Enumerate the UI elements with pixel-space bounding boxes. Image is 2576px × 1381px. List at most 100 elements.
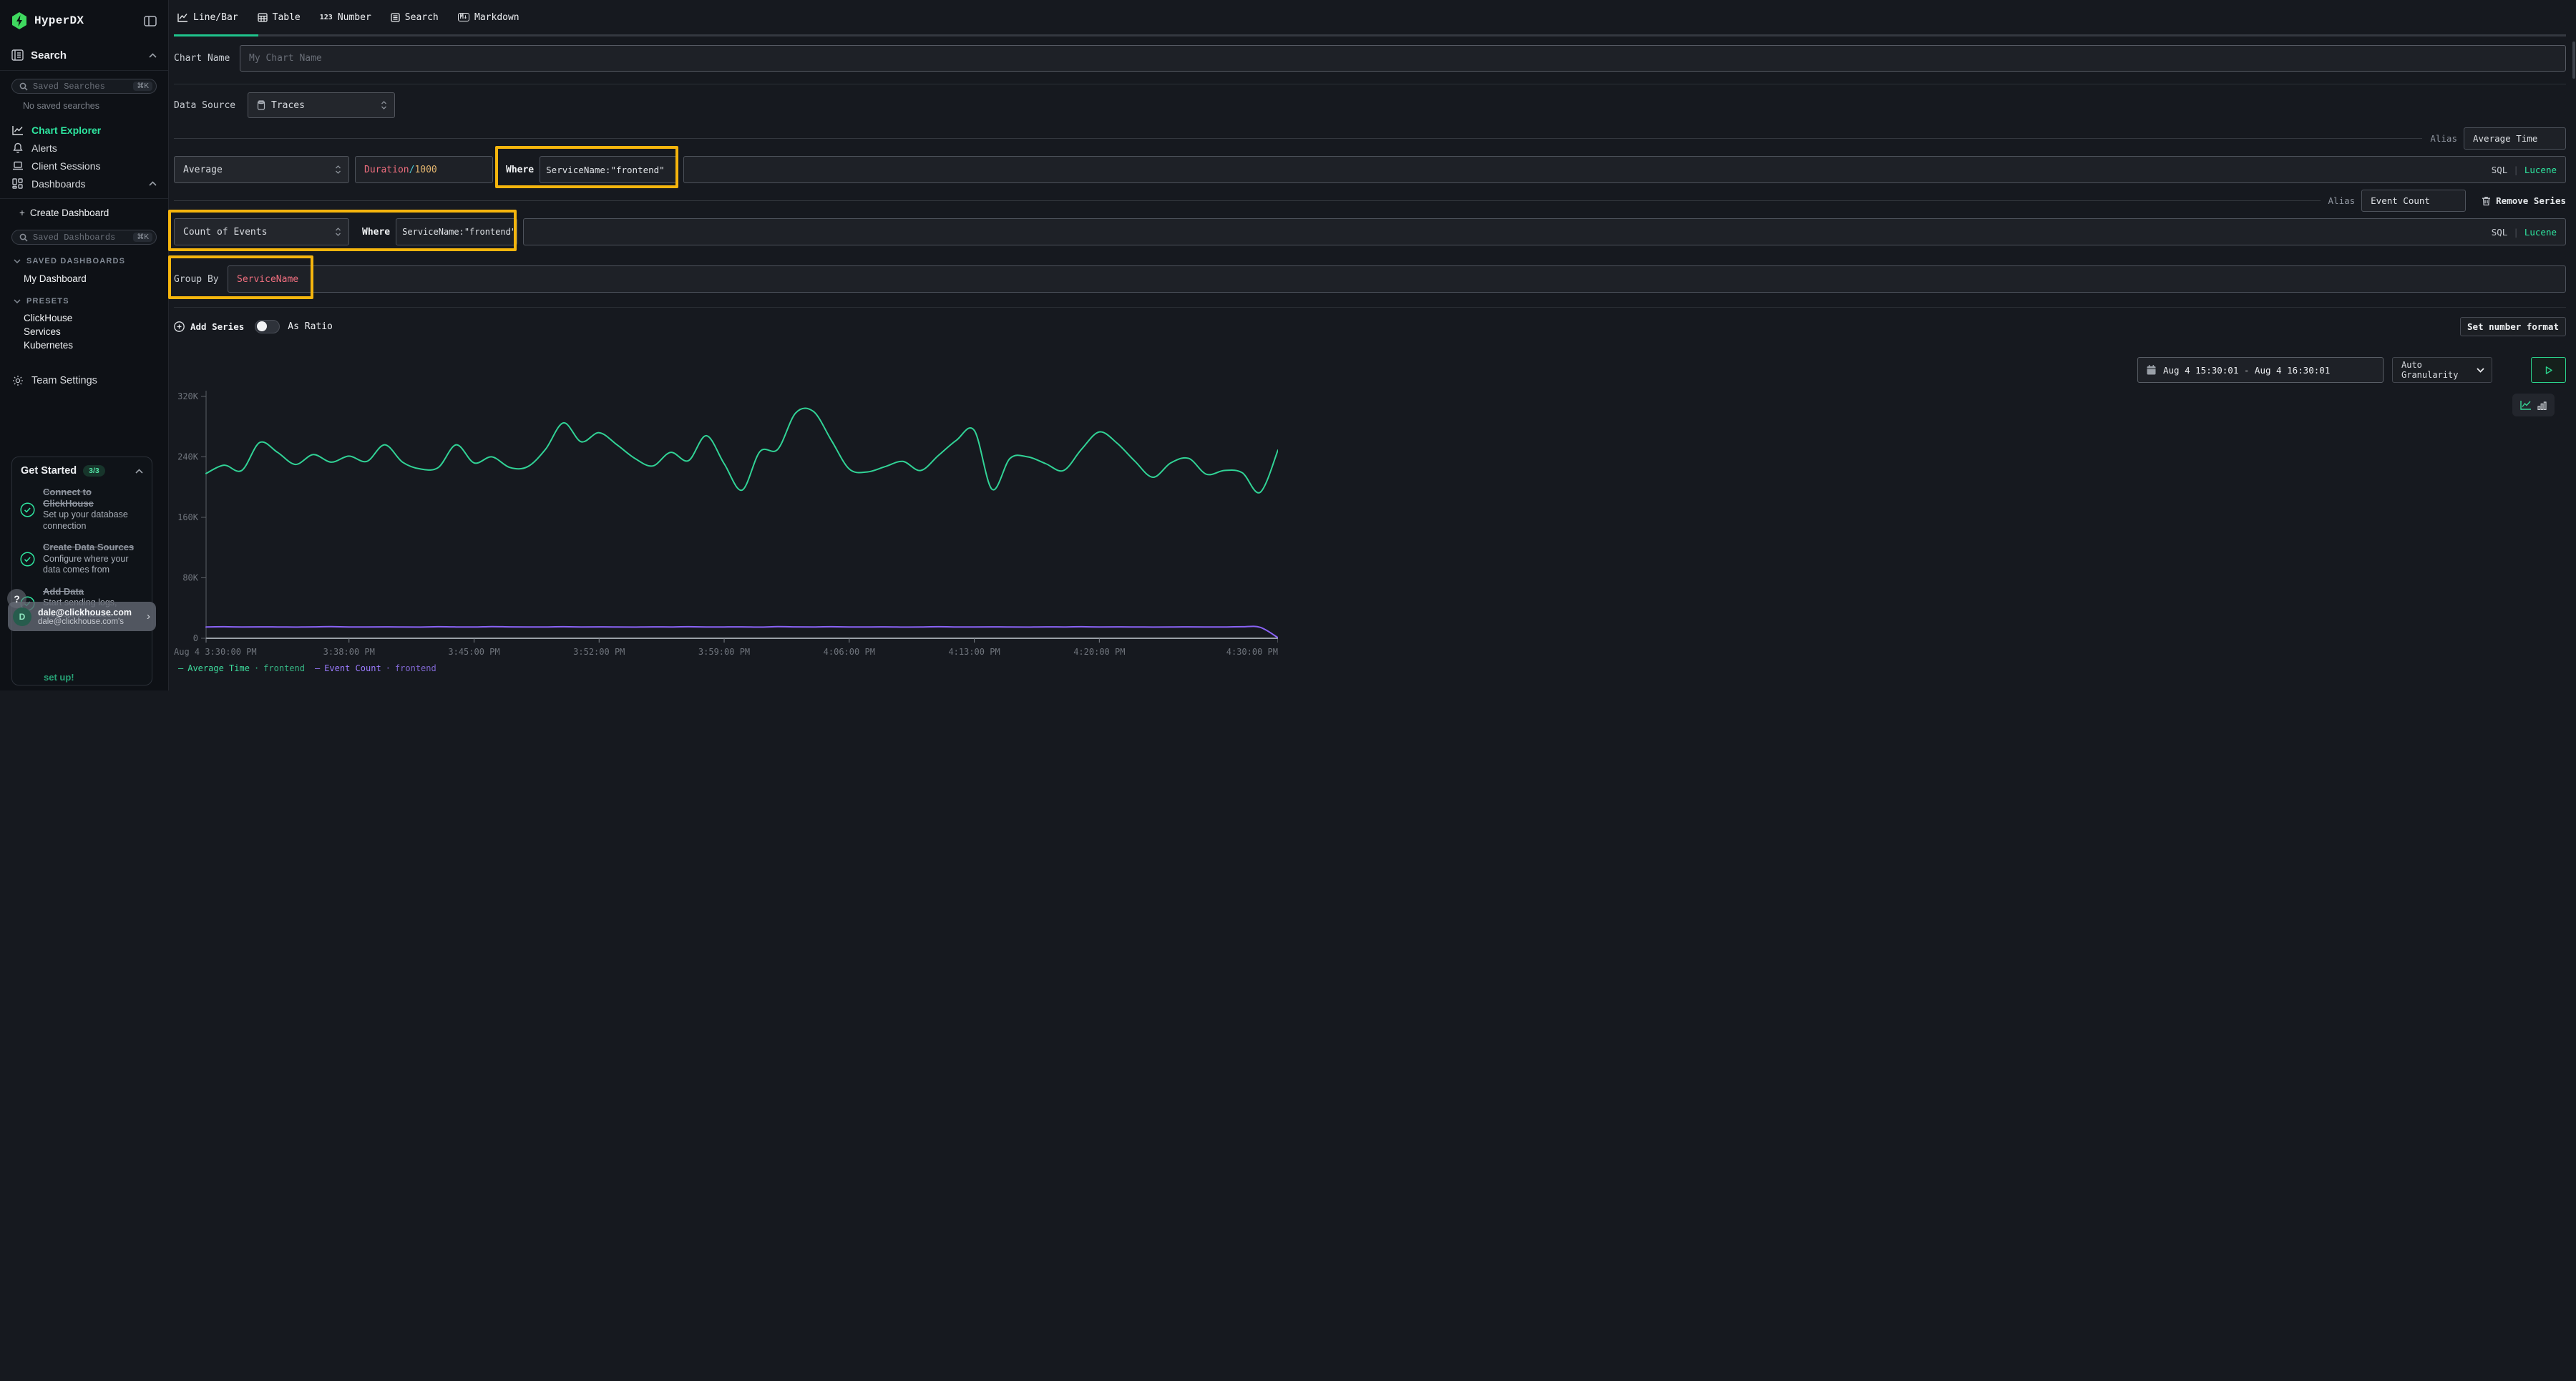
brand-title: HyperDX xyxy=(34,14,144,27)
team-settings-label: Team Settings xyxy=(31,375,157,386)
gear-icon xyxy=(11,375,24,386)
series-1-alias-input[interactable]: Average Time xyxy=(2464,127,2566,150)
line-chart-icon xyxy=(11,125,24,135)
saved-searches-input[interactable]: Saved Searches ⌘K xyxy=(11,79,157,94)
where-label: Where xyxy=(362,227,390,238)
chevron-down-icon xyxy=(2477,368,2484,373)
hyperdx-logo-icon xyxy=(11,12,27,29)
sidebar-section-search[interactable]: Search xyxy=(0,47,168,64)
granularity-select[interactable]: Auto Granularity xyxy=(2392,357,2492,383)
alias-value: Event Count xyxy=(2371,195,2430,206)
chevron-up-icon[interactable] xyxy=(135,469,143,474)
data-source-label: Data Source xyxy=(174,100,248,111)
get-started-item-title: Create Data Sources xyxy=(43,542,145,553)
series-2-filter-input[interactable]: SQL|Lucene xyxy=(523,218,2566,245)
sidebar-item-dashboards[interactable]: Dashboards xyxy=(0,175,168,192)
chart-display-toggle xyxy=(2512,394,2555,416)
series-1-aggregation-select[interactable]: Average xyxy=(174,156,349,183)
tab-search[interactable]: Search xyxy=(391,12,439,23)
preset-link-label: Kubernetes xyxy=(24,340,73,351)
number-123-icon: 123 xyxy=(320,14,333,21)
get-started-item-title: Add Data xyxy=(43,586,145,597)
select-chevrons-icon xyxy=(381,100,387,110)
as-ratio-label: As Ratio xyxy=(288,321,333,332)
svg-text:3:38:00 PM: 3:38:00 PM xyxy=(323,647,375,657)
legend-sep: · xyxy=(386,663,391,673)
tab-markdown[interactable]: M↓ Markdown xyxy=(458,12,519,23)
get-started-item-desc: Configure where your data comes from xyxy=(43,554,145,576)
chevron-right-icon: › xyxy=(147,610,150,623)
user-menu[interactable]: D dale@clickhouse.com dale@clickhouse.co… xyxy=(8,602,156,631)
sidebar-item-services[interactable]: Services xyxy=(0,325,168,338)
collapse-sidebar-icon[interactable] xyxy=(144,16,157,26)
create-dashboard-button[interactable]: + Create Dashboard xyxy=(0,206,168,220)
data-source-select[interactable]: Traces xyxy=(248,92,395,118)
sidebar-item-kubernetes[interactable]: Kubernetes xyxy=(0,338,168,352)
series-2-alias-input[interactable]: Event Count xyxy=(2361,190,2466,212)
tab-number[interactable]: 123 Number xyxy=(320,12,371,23)
series-1-where-input[interactable]: ServiceName:"frontend" xyxy=(540,156,678,183)
tab-line-bar[interactable]: Line/Bar xyxy=(177,12,238,23)
legend-dash: — xyxy=(178,663,183,673)
timeseries-chart[interactable]: 080K160K240K320KAug 4 3:30:00 PM3:38:00 … xyxy=(174,387,1278,673)
sidebar-item-my-dashboard[interactable]: My Dashboard xyxy=(0,272,168,286)
sidebar-item-alerts[interactable]: Alerts xyxy=(0,139,168,157)
aggregation-value: Count of Events xyxy=(183,227,267,238)
add-series-button[interactable]: Add Series xyxy=(174,321,244,332)
series-1-filter-input[interactable]: SQL|Lucene xyxy=(683,156,2566,183)
bar-view-icon[interactable] xyxy=(2537,401,2547,410)
run-query-button[interactable] xyxy=(2531,357,2566,383)
get-started-item-connect[interactable]: Connect to ClickHouse Set up your databa… xyxy=(20,487,145,532)
help-button[interactable]: ? xyxy=(7,589,26,608)
svg-text:240K: 240K xyxy=(177,452,199,462)
table-icon xyxy=(258,13,268,22)
select-chevrons-icon xyxy=(335,165,341,175)
group-header-label: PRESETS xyxy=(26,297,69,306)
legend-item-event-count[interactable]: — Event Count · frontend xyxy=(315,663,436,673)
set-number-format-button[interactable]: Set number format xyxy=(2460,317,2566,336)
date-range-input[interactable]: Aug 4 15:30:01 - Aug 4 16:30:01 xyxy=(2137,357,2384,383)
chevron-up-icon xyxy=(149,181,157,186)
sidebar-item-chart-explorer[interactable]: Chart Explorer xyxy=(0,121,168,139)
series-1-field-input[interactable]: Duration/1000 xyxy=(355,156,493,183)
chart-name-input[interactable]: My Chart Name xyxy=(240,45,2566,72)
add-series-label: Add Series xyxy=(190,321,244,332)
legend-item-average-time[interactable]: — Average Time · frontend xyxy=(178,663,305,673)
sql-mode-button[interactable]: SQL xyxy=(2492,227,2508,238)
create-dashboard-label: Create Dashboard xyxy=(30,208,109,218)
shortcut-badge: ⌘K xyxy=(133,82,152,91)
section-divider xyxy=(174,307,2566,308)
scrollbar-thumb[interactable] xyxy=(2572,42,2575,79)
sidebar-item-team-settings[interactable]: Team Settings xyxy=(0,371,168,389)
where-value: ServiceName:"frontend" xyxy=(402,227,516,237)
group-by-input[interactable]: ServiceName xyxy=(228,265,2566,293)
tab-table[interactable]: Table xyxy=(258,12,301,23)
legend-dash: — xyxy=(315,663,320,673)
remove-series-button[interactable]: Remove Series xyxy=(2482,195,2566,206)
saved-dashboards-placeholder: Saved Dashboards xyxy=(33,233,133,243)
lucene-mode-button[interactable]: Lucene xyxy=(2524,227,2557,238)
line-view-icon[interactable] xyxy=(2520,400,2532,410)
as-ratio-toggle[interactable] xyxy=(255,320,280,333)
get-started-item-title: Connect to ClickHouse xyxy=(43,487,145,509)
tab-label: Table xyxy=(273,12,301,23)
sidebar-item-client-sessions[interactable]: Client Sessions xyxy=(0,157,168,175)
saved-dashboards-group-header[interactable]: SAVED DASHBOARDS xyxy=(0,256,168,266)
series-2-where-input[interactable]: ServiceName:"frontend" xyxy=(396,218,517,245)
presets-group-header[interactable]: PRESETS xyxy=(0,296,168,306)
field-token: / xyxy=(409,165,415,175)
saved-dashboards-input[interactable]: Saved Dashboards ⌘K xyxy=(11,230,157,245)
get-started-footer-link[interactable]: set up! xyxy=(44,672,74,683)
lucene-mode-button[interactable]: Lucene xyxy=(2524,165,2557,175)
svg-text:3:45:00 PM: 3:45:00 PM xyxy=(448,647,499,657)
sidebar-item-clickhouse[interactable]: ClickHouse xyxy=(0,311,168,325)
legend-group: frontend xyxy=(263,663,305,673)
chevron-down-icon xyxy=(14,299,21,303)
sql-mode-button[interactable]: SQL xyxy=(2492,165,2508,175)
where-label: Where xyxy=(506,165,534,175)
saved-searches-placeholder: Saved Searches xyxy=(33,82,133,92)
preset-link-label: Services xyxy=(24,326,61,337)
get-started-progress-badge: 3/3 xyxy=(83,465,105,477)
series-2-aggregation-select[interactable]: Count of Events xyxy=(174,218,349,245)
get-started-item-datasources[interactable]: Create Data Sources Configure where your… xyxy=(20,542,145,576)
